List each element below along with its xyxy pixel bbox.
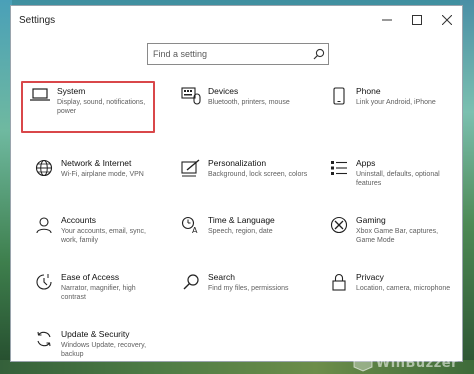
category-ease-of-access[interactable]: Ease of Access Narrator, magnifier, high…: [27, 269, 161, 321]
category-search[interactable]: Search Find my files, permissions: [174, 269, 308, 321]
category-description: Background, lock screen, colors: [208, 171, 308, 178]
category-accounts[interactable]: Accounts Your accounts, email, sync, wor…: [27, 212, 161, 264]
globe-icon: [27, 155, 61, 189]
category-description: Windows Update, recovery, backup: [61, 342, 147, 358]
close-icon: [442, 15, 452, 25]
category-title: System: [57, 86, 86, 96]
category-system[interactable]: System Display, sound, notifications, po…: [21, 81, 155, 133]
person-icon: [27, 212, 61, 246]
category-update-security[interactable]: Update & Security Windows Update, recove…: [27, 326, 161, 374]
category-personalization[interactable]: Personalization Background, lock screen,…: [174, 155, 308, 207]
category-description: Wi-Fi, airplane mode, VPN: [61, 171, 144, 178]
apps-list-icon: [322, 155, 356, 189]
update-icon: [27, 326, 61, 360]
xbox-icon: [322, 212, 356, 246]
winbuzzer-logo-icon: [353, 354, 373, 372]
category-title: Apps: [356, 158, 376, 168]
lock-icon: [322, 269, 356, 303]
category-title: Search: [208, 272, 235, 282]
category-phone[interactable]: Phone Link your Android, iPhone: [322, 83, 456, 135]
maximize-icon: [412, 15, 422, 25]
category-title: Time & Language: [208, 215, 275, 225]
category-title: Network & Internet: [61, 158, 132, 168]
paintbrush-icon: [174, 155, 208, 189]
search-input[interactable]: [148, 45, 310, 63]
category-title: Personalization: [208, 158, 267, 168]
maximize-button[interactable]: [402, 6, 432, 34]
laptop-icon: [23, 83, 57, 117]
category-gaming[interactable]: Gaming Xbox Game Bar, captures, Game Mod…: [322, 212, 456, 264]
category-title: Phone: [356, 86, 381, 96]
close-button[interactable]: [432, 6, 462, 34]
category-description: Link your Android, iPhone: [356, 99, 436, 106]
category-description: Display, sound, notifications, power: [57, 99, 146, 115]
svg-text:A: A: [192, 226, 198, 234]
category-description: Your accounts, email, sync, work, family: [61, 228, 146, 244]
category-network-internet[interactable]: Network & Internet Wi-Fi, airplane mode,…: [27, 155, 161, 207]
category-title: Accounts: [61, 215, 96, 225]
category-title: Devices: [208, 86, 239, 96]
category-description: Find my files, permissions: [208, 285, 289, 292]
search-icon[interactable]: [310, 45, 328, 63]
category-title: Privacy: [356, 272, 384, 282]
category-title: Gaming: [356, 215, 386, 225]
keyboard-icon: [174, 83, 208, 117]
category-description: Bluetooth, printers, mouse: [208, 99, 290, 106]
ease-of-access-icon: [27, 269, 61, 303]
watermark-text: WinBuzzer: [375, 355, 458, 371]
category-apps[interactable]: Apps Uninstall, defaults, optional featu…: [322, 155, 456, 207]
category-privacy[interactable]: Privacy Location, camera, microphone: [322, 269, 456, 321]
settings-window: Settings System Display, sou: [10, 5, 463, 362]
minimize-button[interactable]: [372, 6, 402, 34]
time-language-icon: A: [174, 212, 208, 246]
category-devices[interactable]: Devices Bluetooth, printers, mouse: [174, 83, 308, 135]
category-description: Xbox Game Bar, captures, Game Mode: [356, 228, 439, 244]
category-description: Speech, region, date: [208, 228, 273, 235]
minimize-icon: [382, 19, 392, 21]
phone-icon: [322, 83, 356, 117]
category-time-language[interactable]: A Time & Language Speech, region, date: [174, 212, 308, 264]
search-icon: [174, 269, 208, 303]
category-title: Ease of Access: [61, 272, 120, 282]
category-description: Location, camera, microphone: [356, 285, 451, 292]
search-box[interactable]: [147, 43, 329, 65]
window-title: Settings: [19, 14, 56, 26]
watermark: WinBuzzer: [353, 354, 458, 372]
category-description: Uninstall, defaults, optional features: [356, 171, 440, 187]
category-title: Update & Security: [61, 329, 130, 339]
category-description: Narrator, magnifier, high contrast: [61, 285, 136, 301]
title-bar[interactable]: Settings: [11, 6, 462, 34]
caption-buttons: [372, 6, 462, 34]
